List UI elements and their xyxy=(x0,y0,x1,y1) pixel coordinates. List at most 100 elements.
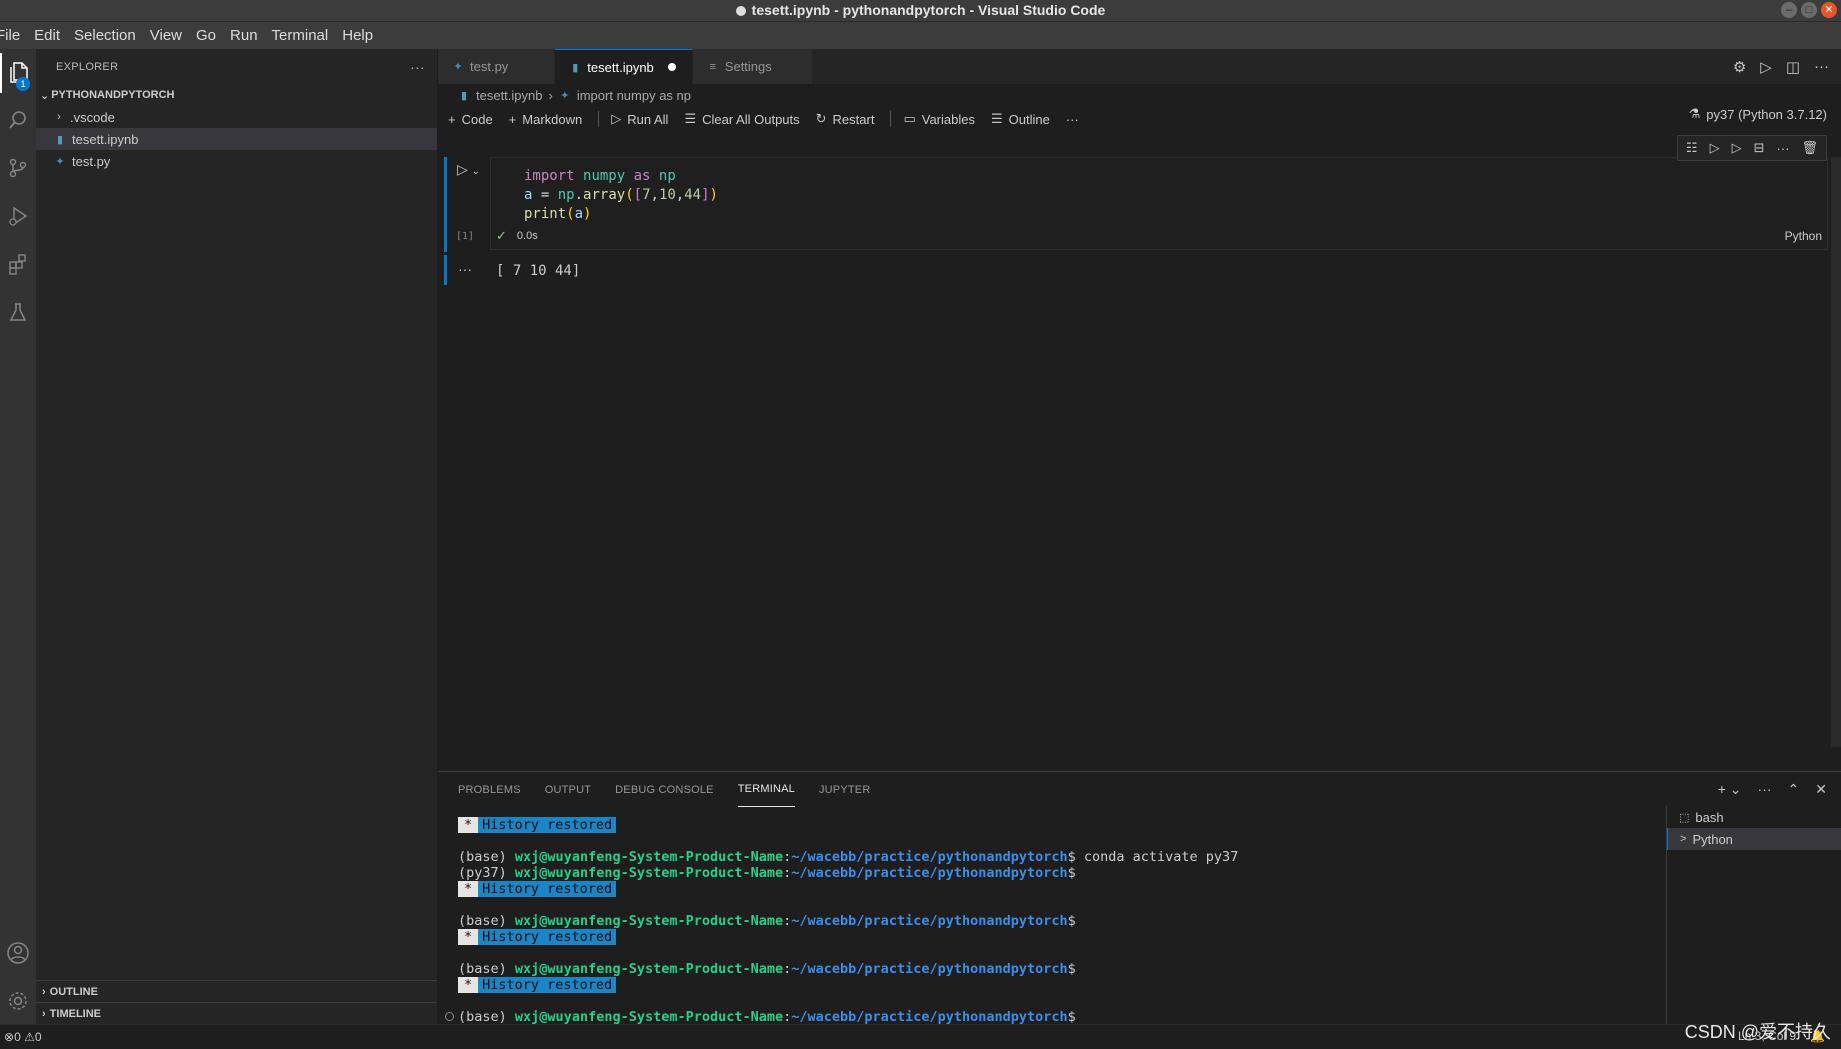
search-icon[interactable] xyxy=(0,101,36,141)
folder-name: PYTHONANDPYTORCH xyxy=(51,89,175,101)
run-by-line-icon[interactable]: ☷ xyxy=(1686,140,1698,156)
extensions-icon[interactable] xyxy=(0,245,36,285)
chevron-down-icon: ⌄ xyxy=(40,89,50,102)
folder-header[interactable]: ⌄ PYTHONANDPYTORCH xyxy=(36,84,437,106)
menu-terminal[interactable]: Terminal xyxy=(272,27,329,44)
gear-icon[interactable] xyxy=(0,981,36,1021)
settings-file-icon: ≡ xyxy=(709,60,716,73)
tab-debug-console[interactable]: DEBUG CONSOLE xyxy=(615,772,714,807)
more-actions-icon[interactable]: ··· xyxy=(1066,112,1079,127)
bottom-panel: PROBLEMS OUTPUT DEBUG CONSOLE TERMINAL J… xyxy=(438,771,1841,1025)
clear-outputs-button[interactable]: ☰ Clear All Outputs xyxy=(684,111,799,127)
editor-tabs: ✦ test.py ▮ tesett.ipynb ≡ Settings ⚙ ▷ … xyxy=(438,49,1841,84)
outline-label: OUTLINE xyxy=(49,985,98,998)
variables-button[interactable]: ▭ Variables xyxy=(903,111,975,127)
title-bar: tesett.ipynb - pythonandpytorch - Visual… xyxy=(0,0,1841,22)
minimize-button[interactable]: – xyxy=(1781,2,1797,18)
new-terminal-icon[interactable]: + ⌄ xyxy=(1718,781,1742,798)
testing-icon[interactable] xyxy=(0,293,36,333)
outline-section[interactable]: › OUTLINE xyxy=(36,980,437,1002)
window-controls: – □ ✕ xyxy=(1781,2,1837,18)
tab-problems[interactable]: PROBLEMS xyxy=(458,772,521,807)
cell-status: ✓ 0.0s xyxy=(496,228,538,244)
tab-settings[interactable]: ≡ Settings xyxy=(692,49,813,84)
run-all-button[interactable]: ▷ Run All xyxy=(611,111,668,127)
menu-run[interactable]: Run xyxy=(230,27,258,44)
code-content[interactable]: import numpy as np a = np.array([7,10,44… xyxy=(524,167,718,224)
tab-test-py[interactable]: ✦ test.py xyxy=(438,49,556,84)
tree-item-test-py[interactable]: ✦ test.py xyxy=(36,150,437,172)
toolbar-divider xyxy=(598,111,600,127)
tab-jupyter[interactable]: JUPYTER xyxy=(819,772,871,807)
check-icon: ✓ xyxy=(496,228,507,243)
more-actions-icon[interactable]: ··· xyxy=(1758,781,1772,798)
execute-below-icon[interactable]: ▷ xyxy=(1732,140,1742,156)
tree-item-tesett-ipynb[interactable]: ▮ tesett.ipynb xyxy=(36,128,437,150)
status-bar: ⊗0 ⚠0 Ln 3, Col 9 🔔 xyxy=(0,1024,1841,1049)
output-actions-icon[interactable]: ··· xyxy=(458,261,472,277)
explorer-badge: 1 xyxy=(16,77,30,91)
tree-item-label: tesett.ipynb xyxy=(72,131,139,147)
breadcrumb-symbol[interactable]: import numpy as np xyxy=(577,88,691,103)
problems-indicator[interactable]: ⊗0 ⚠0 xyxy=(0,1030,42,1044)
menu-selection[interactable]: Selection xyxy=(74,27,136,44)
cell-language[interactable]: Python xyxy=(1785,229,1822,243)
execute-above-icon[interactable]: ▷ xyxy=(1710,140,1720,156)
more-actions-icon[interactable]: ··· xyxy=(1776,141,1789,156)
close-panel-icon[interactable]: ✕ xyxy=(1815,781,1827,798)
cell-editor[interactable]: import numpy as np a = np.array([7,10,44… xyxy=(490,157,1828,250)
menu-view[interactable]: View xyxy=(150,27,182,44)
notebook-file-icon: ▮ xyxy=(460,89,468,102)
run-icon[interactable]: ▷ xyxy=(1760,58,1772,76)
kernel-picker[interactable]: ⚗ py37 (Python 3.7.12) xyxy=(1689,106,1827,122)
terminal-output[interactable]: * History restored (base) wxj@wuyanfeng-S… xyxy=(458,817,1238,1025)
tab-label: test.py xyxy=(470,59,509,74)
execution-count: [1] xyxy=(456,231,475,242)
cell-output: [ 7 10 44] xyxy=(496,263,581,279)
close-button[interactable]: ✕ xyxy=(1821,2,1837,18)
add-code-button[interactable]: + Code xyxy=(448,112,493,127)
tree-item-vscode[interactable]: › .vscode xyxy=(36,106,437,128)
history-restored-banner: * History restored xyxy=(458,881,617,897)
restart-button[interactable]: ↻ Restart xyxy=(816,111,875,127)
terminal-status-icon xyxy=(445,1012,454,1021)
split-cell-icon[interactable]: ⊟ xyxy=(1754,140,1765,156)
add-markdown-button[interactable]: + Markdown xyxy=(509,112,583,127)
cell-toolbar: ☷ ▷ ▷ ⊟ ··· 🗑 xyxy=(1676,135,1827,161)
source-control-icon[interactable] xyxy=(0,149,36,189)
chevron-down-icon[interactable]: ⌄ xyxy=(472,166,480,177)
accounts-icon[interactable] xyxy=(0,933,36,973)
breadcrumb-file[interactable]: tesett.ipynb xyxy=(476,88,543,103)
tab-terminal[interactable]: TERMINAL xyxy=(737,772,795,807)
more-actions-icon[interactable]: ··· xyxy=(410,59,425,75)
tab-tesett-ipynb[interactable]: ▮ tesett.ipynb xyxy=(555,49,693,84)
maximize-panel-icon[interactable]: ⌃ xyxy=(1788,781,1800,798)
tab-output[interactable]: OUTPUT xyxy=(545,772,591,807)
menu-help[interactable]: Help xyxy=(342,27,373,44)
output-cell: ··· [ 7 10 44] xyxy=(444,255,1828,285)
run-all-icon: ▷ xyxy=(611,111,622,126)
outline-button[interactable]: ☰ Outline xyxy=(991,111,1050,127)
run-cell-button[interactable]: ▷ ⌄ xyxy=(457,161,480,178)
more-actions-icon[interactable]: ··· xyxy=(1814,58,1829,75)
panel-actions: + ⌄ ··· ⌃ ✕ xyxy=(1718,781,1827,798)
menu-go[interactable]: Go xyxy=(196,27,216,44)
menu-file[interactable]: File xyxy=(0,27,20,44)
terminal-item-bash[interactable]: ⬚ bash xyxy=(1667,806,1841,828)
chevron-right-icon: › xyxy=(42,1007,46,1020)
run-debug-icon[interactable] xyxy=(0,197,36,237)
explorer-icon[interactable]: 1 xyxy=(0,53,36,93)
timeline-section[interactable]: › TIMELINE xyxy=(36,1002,437,1024)
variables-icon: ▭ xyxy=(903,111,916,126)
terminal-item-python[interactable]: > Python xyxy=(1667,828,1841,850)
python-file-icon: ✦ xyxy=(453,61,463,73)
split-editor-icon[interactable]: ◫ xyxy=(1786,58,1800,76)
maximize-button[interactable]: □ xyxy=(1801,2,1817,18)
code-cell[interactable]: ▷ ⌄ import numpy as np a = np.array([7,1… xyxy=(444,157,1828,257)
settings-gear-icon[interactable]: ⚙ xyxy=(1733,58,1746,76)
delete-icon[interactable]: 🗑 xyxy=(1801,140,1818,156)
panel-tabs: PROBLEMS OUTPUT DEBUG CONSOLE TERMINAL J… xyxy=(438,772,1841,807)
menu-edit[interactable]: Edit xyxy=(34,27,60,44)
editor-scrollbar[interactable] xyxy=(1831,157,1841,747)
window-title: tesett.ipynb - pythonandpytorch - Visual… xyxy=(0,2,1841,18)
